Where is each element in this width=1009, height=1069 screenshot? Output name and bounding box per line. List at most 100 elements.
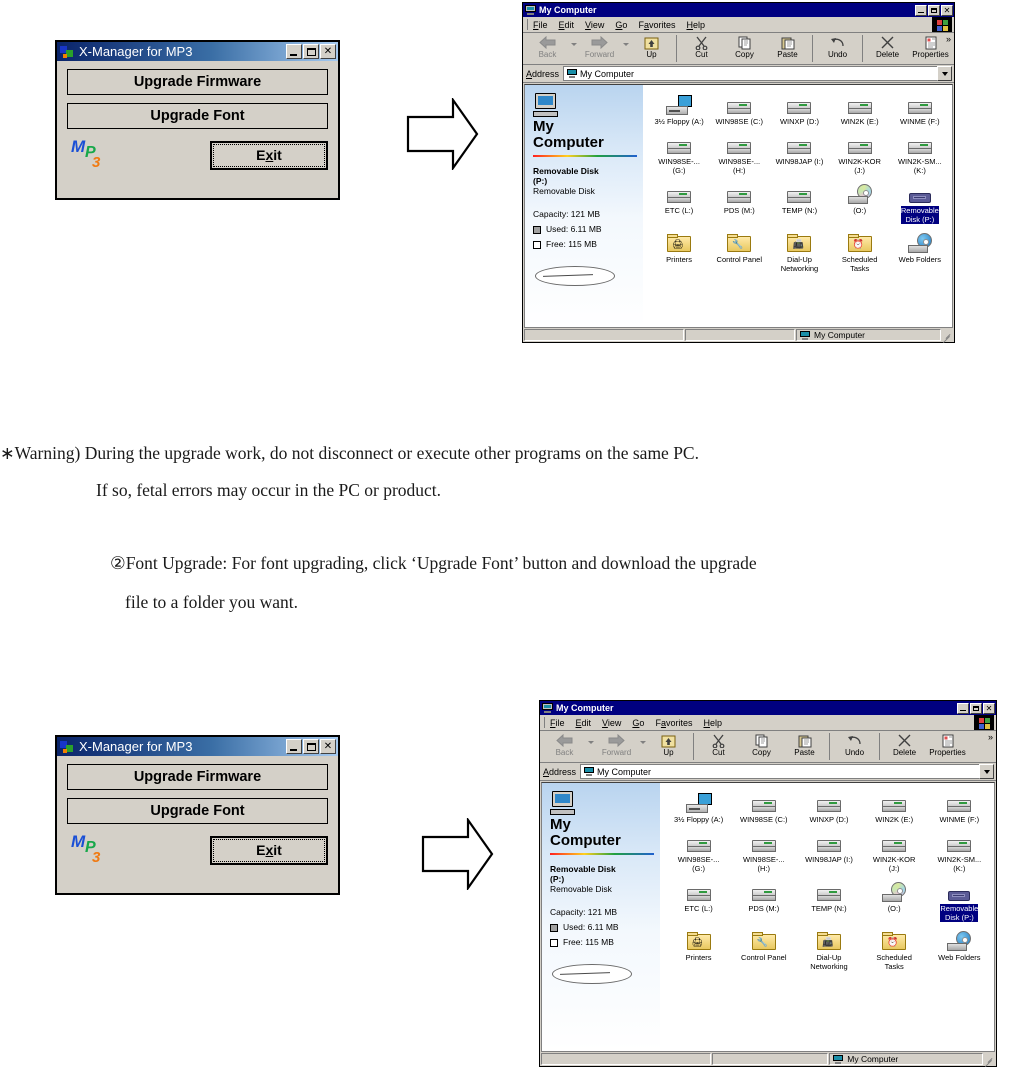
menu-edit[interactable]: Edit <box>576 718 592 728</box>
explorer-icon-pane[interactable]: 3½ Floppy (A:) WIN98SE (C:) WINXP (D:) WIN2… <box>660 783 994 1051</box>
exit-button[interactable]: Ex it <box>213 838 325 862</box>
desktop-icon-item[interactable]: WIN98SE-... (H:) <box>709 133 769 175</box>
desktop-icon-item[interactable]: ETC (L:) <box>649 182 709 224</box>
maximize-button[interactable] <box>970 702 982 714</box>
explorer-icon-pane[interactable]: 3½ Floppy (A:) WIN98SE (C:) WINXP (D:) WIN2… <box>643 85 952 327</box>
desktop-icon-item[interactable]: 🖨 Printers <box>649 231 709 273</box>
desktop-icon-item[interactable]: TEMP (N:) <box>796 880 861 922</box>
toolbar-cut-button[interactable]: Cut <box>697 731 740 762</box>
close-button[interactable]: ✕ <box>941 4 953 16</box>
menu-help[interactable]: Help <box>686 20 705 30</box>
close-button[interactable]: ✕ <box>320 739 336 754</box>
toolbar-overflow-chevron[interactable]: » <box>988 732 993 742</box>
desktop-icon-item[interactable]: WIN2K-KOR (J:) <box>830 133 890 175</box>
upgrade-font-button[interactable]: Upgrade Font <box>67 798 328 824</box>
address-input[interactable]: My Computer <box>563 66 937 81</box>
menu-go[interactable]: Go <box>615 20 627 30</box>
minimize-button[interactable] <box>915 4 927 16</box>
menu-file[interactable]: File <box>533 20 548 30</box>
desktop-icon-item[interactable]: WIN2K (E:) <box>862 791 927 824</box>
toolbar-up-button[interactable]: Up <box>647 731 690 762</box>
upgrade-firmware-button[interactable]: Upgrade Firmware <box>67 69 328 95</box>
desktop-icon-item[interactable]: WIN98SE-... (H:) <box>731 831 796 873</box>
toolbar-forward-dropdown[interactable] <box>638 731 647 762</box>
desktop-icon-item[interactable]: 3½ Floppy (A:) <box>649 93 709 126</box>
toolbar-forward-dropdown[interactable] <box>621 33 630 64</box>
desktop-icon-item[interactable]: WIN98SE (C:) <box>709 93 769 126</box>
menu-edit[interactable]: Edit <box>559 20 575 30</box>
toolbar-overflow-chevron[interactable]: » <box>946 34 951 44</box>
resize-grip[interactable] <box>983 1053 995 1065</box>
desktop-icon-item[interactable]: (O:) <box>830 182 890 224</box>
close-button[interactable]: ✕ <box>983 702 995 714</box>
desktop-icon-item[interactable]: PDS (M:) <box>709 182 769 224</box>
desktop-icon-item[interactable]: WIN2K-KOR (J:) <box>862 831 927 873</box>
toolbar-paste-button[interactable]: Paste <box>783 731 826 762</box>
menu-favorites[interactable]: Favorites <box>655 718 692 728</box>
desktop-icon-item[interactable]: 🔧 Control Panel <box>709 231 769 273</box>
desktop-icon-item[interactable]: TEMP (N:) <box>769 182 829 224</box>
toolbar-forward-button[interactable]: Forward <box>578 33 621 64</box>
desktop-icon-item[interactable]: ⏰ Scheduled Tasks <box>862 929 927 971</box>
desktop-icon-item[interactable]: Removable Disk (P:) <box>890 182 950 225</box>
menu-view[interactable]: View <box>585 20 604 30</box>
desktop-icon-item[interactable]: WIN2K-SM... (K:) <box>890 133 950 175</box>
toolbar-back-dropdown[interactable] <box>569 33 578 64</box>
toolbar-up-button[interactable]: Up <box>630 33 673 64</box>
toolbar-properties-button[interactable]: Properties <box>926 731 969 762</box>
desktop-icon-item[interactable]: WIN2K (E:) <box>830 93 890 126</box>
toolbar-forward-button[interactable]: Forward <box>595 731 638 762</box>
toolbar-paste-button[interactable]: Paste <box>766 33 809 64</box>
minimize-button[interactable] <box>286 739 302 754</box>
desktop-icon-item[interactable]: Web Folders <box>927 929 992 971</box>
toolbar-undo-button[interactable]: Undo <box>816 33 859 64</box>
desktop-icon-item[interactable]: WINME (F:) <box>890 93 950 126</box>
desktop-icon-item[interactable]: 📠 Dial-Up Networking <box>769 231 829 273</box>
desktop-icon-item[interactable]: (O:) <box>862 880 927 922</box>
desktop-icon-item[interactable]: 🖨 Printers <box>666 929 731 971</box>
desktop-icon-item[interactable]: WINXP (D:) <box>769 93 829 126</box>
toolbar-back-button[interactable]: Back <box>543 731 586 762</box>
address-dropdown-button[interactable] <box>937 66 952 81</box>
desktop-icon-item[interactable]: WIN98JAP (I:) <box>769 133 829 175</box>
minimize-button[interactable] <box>286 44 302 59</box>
desktop-icon-item[interactable]: WIN98JAP (I:) <box>796 831 861 873</box>
menu-favorites[interactable]: Favorites <box>638 20 675 30</box>
address-input[interactable]: My Computer <box>580 764 979 779</box>
close-button[interactable]: ✕ <box>320 44 336 59</box>
desktop-icon-item[interactable]: WIN98SE (C:) <box>731 791 796 824</box>
maximize-button[interactable] <box>303 739 319 754</box>
desktop-icon-item[interactable]: WINXP (D:) <box>796 791 861 824</box>
menu-view[interactable]: View <box>602 718 621 728</box>
address-dropdown-button[interactable] <box>979 764 994 779</box>
toolbar-delete-button[interactable]: Delete <box>883 731 926 762</box>
desktop-icon-item[interactable]: ⏰ Scheduled Tasks <box>830 231 890 273</box>
desktop-icon-item[interactable]: Web Folders <box>890 231 950 273</box>
toolbar-copy-button[interactable]: Copy <box>723 33 766 64</box>
desktop-icon-item[interactable]: 🔧 Control Panel <box>731 929 796 971</box>
menu-help[interactable]: Help <box>703 718 722 728</box>
resize-grip[interactable] <box>941 329 953 341</box>
desktop-icon-item[interactable]: WIN98SE-... (G:) <box>649 133 709 175</box>
desktop-icon-item[interactable]: WINME (F:) <box>927 791 992 824</box>
desktop-icon-item[interactable]: Removable Disk (P:) <box>927 880 992 923</box>
desktop-icon-item[interactable]: PDS (M:) <box>731 880 796 922</box>
toolbar-copy-button[interactable]: Copy <box>740 731 783 762</box>
upgrade-firmware-button[interactable]: Upgrade Firmware <box>67 764 328 790</box>
upgrade-font-button[interactable]: Upgrade Font <box>67 103 328 129</box>
desktop-icon-item[interactable]: WIN98SE-... (G:) <box>666 831 731 873</box>
menu-file[interactable]: File <box>550 718 565 728</box>
desktop-icon-item[interactable]: 3½ Floppy (A:) <box>666 791 731 824</box>
toolbar-cut-button[interactable]: Cut <box>680 33 723 64</box>
exit-button[interactable]: Ex it <box>213 143 325 167</box>
minimize-button[interactable] <box>957 702 969 714</box>
desktop-icon-item[interactable]: ETC (L:) <box>666 880 731 922</box>
desktop-icon-item[interactable]: 📠 Dial-Up Networking <box>796 929 861 971</box>
desktop-icon-item[interactable]: WIN2K-SM... (K:) <box>927 831 992 873</box>
menu-go[interactable]: Go <box>632 718 644 728</box>
toolbar-back-dropdown[interactable] <box>586 731 595 762</box>
maximize-button[interactable] <box>303 44 319 59</box>
toolbar-back-button[interactable]: Back <box>526 33 569 64</box>
toolbar-delete-button[interactable]: Delete <box>866 33 909 64</box>
maximize-button[interactable] <box>928 4 940 16</box>
